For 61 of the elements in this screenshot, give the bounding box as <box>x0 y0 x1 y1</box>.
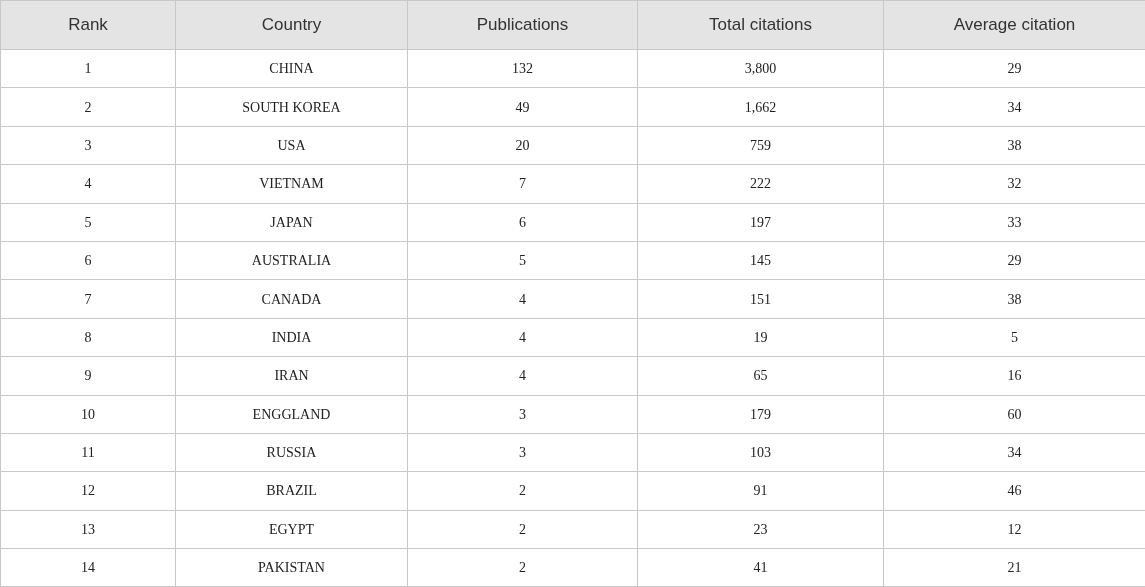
table-cell: 3,800 <box>637 49 884 88</box>
table-cell: 4 <box>407 279 638 319</box>
table-cell: 14 <box>0 548 176 587</box>
table-cell: 19 <box>637 318 884 357</box>
table-cell: 65 <box>637 356 884 395</box>
table-cell: CHINA <box>175 49 408 88</box>
table-cell: VIETNAM <box>175 164 408 204</box>
table-cell: 1 <box>0 49 176 88</box>
table-cell: 12 <box>0 471 176 511</box>
column-header: Publications <box>407 0 638 50</box>
table-cell: 759 <box>637 126 884 165</box>
table-cell: 151 <box>637 279 884 319</box>
table-cell: 5 <box>407 241 638 280</box>
table-cell: 103 <box>637 433 884 472</box>
table-cell: 20 <box>407 126 638 165</box>
table-cell: IRAN <box>175 356 408 395</box>
table-cell: 132 <box>407 49 638 88</box>
table-cell: 3 <box>407 395 638 434</box>
table-cell: BRAZIL <box>175 471 408 511</box>
column-header: Total citations <box>637 0 884 50</box>
table-cell: PAKISTAN <box>175 548 408 587</box>
table-cell: 6 <box>0 241 176 280</box>
table-cell: 197 <box>637 203 884 242</box>
table-cell: 5 <box>0 203 176 242</box>
table-cell: 1,662 <box>637 87 884 127</box>
table-cell: USA <box>175 126 408 165</box>
table-cell: JAPAN <box>175 203 408 242</box>
table-cell: 6 <box>407 203 638 242</box>
table-cell: 23 <box>637 510 884 549</box>
table-cell: ENGGLAND <box>175 395 408 434</box>
table-cell: 10 <box>0 395 176 434</box>
table-cell: 179 <box>637 395 884 434</box>
table-cell: 3 <box>0 126 176 165</box>
table-cell: INDIA <box>175 318 408 357</box>
table-cell: 4 <box>407 318 638 357</box>
table-cell: 2 <box>407 510 638 549</box>
table-cell: 8 <box>0 318 176 357</box>
table-cell: 222 <box>637 164 884 204</box>
table-cell: RUSSIA <box>175 433 408 472</box>
table-cell: 2 <box>407 548 638 587</box>
table-cell: 4 <box>407 356 638 395</box>
table-cell: 41 <box>637 548 884 587</box>
column-header: Average citation <box>883 0 1145 50</box>
table-cell: 3 <box>407 433 638 472</box>
table-cell: 9 <box>0 356 176 395</box>
table-cell: 4 <box>0 164 176 204</box>
table-cell: 7 <box>0 279 176 319</box>
table-cell: 145 <box>637 241 884 280</box>
table-cell: 49 <box>407 87 638 127</box>
table-cell: 13 <box>0 510 176 549</box>
table-cell: 91 <box>637 471 884 511</box>
table-cell: AUSTRALIA <box>175 241 408 280</box>
table-cell: 2 <box>0 87 176 127</box>
table-cell: 2 <box>407 471 638 511</box>
table-cell: EGYPT <box>175 510 408 549</box>
table-cell: 11 <box>0 433 176 472</box>
table-cell: CANADA <box>175 279 408 319</box>
column-header: Country <box>175 0 408 50</box>
column-header: Rank <box>0 0 176 50</box>
table-cell: SOUTH KOREA <box>175 87 408 127</box>
table-cell: 7 <box>407 164 638 204</box>
